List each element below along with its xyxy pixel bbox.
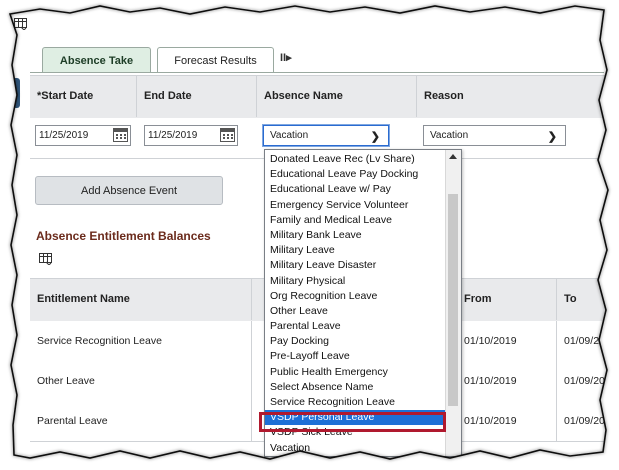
dropdown-option[interactable]: Military Leave [265, 243, 445, 258]
dropdown-option[interactable]: Pay Docking [265, 334, 445, 349]
collapse-panel-handle[interactable]: II [6, 78, 20, 108]
entitlement-name-cell: Other Leave [30, 361, 252, 401]
balances-title: Absence Entitlement Balances [36, 229, 211, 243]
start-date-value: 11/25/2019 [39, 130, 89, 141]
grid-options-icon[interactable] [39, 253, 52, 265]
scroll-up-icon[interactable] [449, 154, 457, 159]
dropdown-option[interactable]: Pre-Layoff Leave [265, 349, 445, 364]
tab-forecast-results[interactable]: Forecast Results [157, 47, 274, 73]
dropdown-option[interactable]: Org Recognition Leave [265, 289, 445, 304]
dropdown-option[interactable]: Public Health Emergency [265, 365, 445, 380]
to-cell: 01/09/202 [564, 335, 611, 347]
dropdown-option[interactable]: Parental Leave [265, 319, 445, 334]
col-absence-name: Absence Name [257, 75, 417, 117]
entitlement-name-cell: Service Recognition Leave [30, 321, 252, 361]
dropdown-option[interactable]: Military Physical [265, 274, 445, 289]
dropdown-option[interactable]: Educational Leave w/ Pay [265, 182, 445, 197]
col-end-date: End Date [137, 75, 257, 117]
dropdown-option[interactable]: Military Bank Leave [265, 228, 445, 243]
to-cell: 01/09/202 [564, 415, 611, 427]
end-date-input[interactable]: 11/25/2019 [144, 125, 238, 146]
to-cell: 01/09/20 [564, 375, 605, 387]
chevron-down-icon: ❯ [370, 131, 380, 143]
dropdown-option[interactable]: Vacation [265, 441, 445, 456]
callout-highlight-box [259, 412, 446, 432]
absence-name-dropdown-list[interactable]: Donated Leave Rec (Lv Share) Educational … [264, 149, 462, 457]
dropdown-option[interactable]: Service Recognition Leave [265, 395, 445, 410]
absence-name-select[interactable]: Vacation ❯ [263, 125, 389, 146]
from-cell: 01/10/2019 [457, 401, 557, 441]
entitlement-name-cell: Parental Leave [30, 401, 252, 441]
dropdown-option[interactable]: Family and Medical Leave [265, 213, 445, 228]
tab-absence-take[interactable]: Absence Take [42, 47, 151, 73]
grid-options-icon[interactable] [14, 18, 27, 30]
calendar-icon[interactable] [113, 128, 128, 142]
reason-value: Vacation [430, 130, 469, 141]
col-entitlement-name: Entitlement Name [30, 278, 252, 320]
start-date-input[interactable]: 11/25/2019 [35, 125, 131, 146]
from-cell: 01/10/2019 [457, 361, 557, 401]
end-date-value: 11/25/2019 [148, 130, 198, 141]
add-absence-event-button[interactable]: Add Absence Event [35, 176, 223, 205]
dropdown-option[interactable]: Educational Leave Pay Docking [265, 167, 445, 182]
col-reason: Reason [424, 90, 464, 102]
dropdown-option[interactable]: Military Leave Disaster [265, 258, 445, 273]
from-cell: 01/10/2019 [457, 321, 557, 361]
scrollbar-thumb[interactable] [448, 194, 458, 406]
dropdown-scrollbar[interactable] [445, 150, 461, 456]
dropdown-option[interactable]: Other Leave [265, 304, 445, 319]
col-from: From [457, 278, 557, 320]
dropdown-option[interactable]: Donated Leave Rec (Lv Share) [265, 152, 445, 167]
dropdown-option[interactable]: Emergency Service Volunteer [265, 198, 445, 213]
tab-divider [30, 72, 604, 73]
chevron-down-icon: ❯ [547, 131, 557, 143]
calendar-icon[interactable] [220, 128, 235, 142]
reason-select[interactable]: Vacation ❯ [423, 125, 566, 146]
col-to: To [564, 293, 577, 305]
dropdown-options: Donated Leave Rec (Lv Share) Educational … [265, 152, 445, 456]
col-start-date: *Start Date [30, 75, 137, 117]
more-tabs-icon[interactable]: II▸ [280, 51, 292, 64]
dropdown-option[interactable]: Select Absence Name [265, 380, 445, 395]
absence-name-value: Vacation [270, 130, 309, 141]
screenshot-root: Absence Take Forecast Results II▸ *Start… [0, 0, 619, 470]
